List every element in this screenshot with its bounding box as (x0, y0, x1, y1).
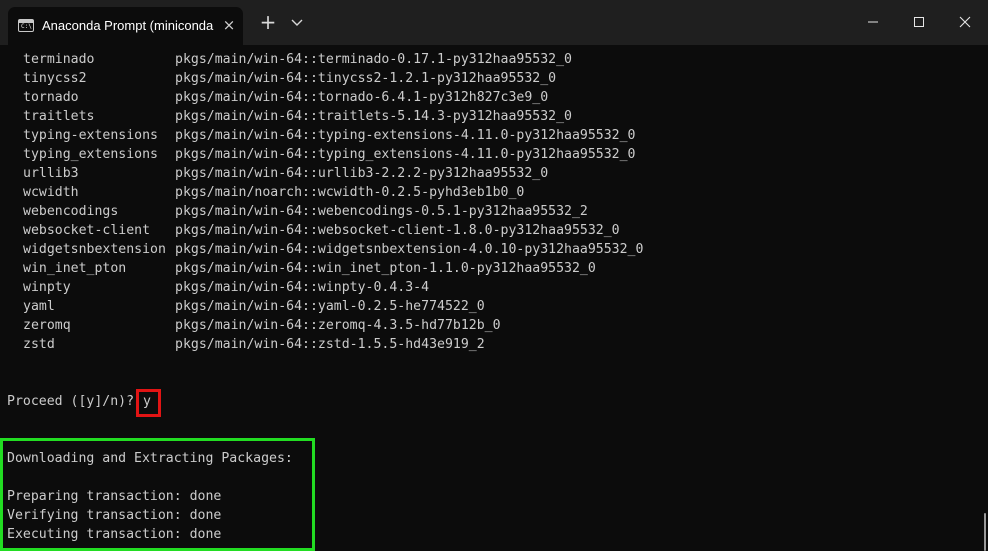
package-source: pkgs/main/win-64::terminado-0.17.1-py312… (175, 52, 572, 67)
package-name: wcwidth (23, 185, 79, 200)
package-name: winpty (23, 280, 71, 295)
package-source: pkgs/main/win-64::tornado-6.4.1-py312h82… (175, 90, 549, 105)
package-source: pkgs/main/win-64::widgetsnbextension-4.0… (175, 242, 644, 257)
package-source: pkgs/main/win-64::zstd-1.5.5-hd43e919_2 (175, 337, 485, 352)
package-name: urllib3 (23, 166, 79, 181)
package-name: widgetsnbextension (23, 242, 166, 257)
package-name: traitlets (23, 109, 95, 124)
title-bar: C:\ Anaconda Prompt (miniconda × + (0, 0, 988, 45)
scrollbar-thumb[interactable] (984, 513, 986, 551)
package-source: pkgs/main/win-64::webencodings-0.5.1-py3… (175, 204, 588, 219)
package-name: terminado (23, 52, 95, 67)
chevron-down-icon[interactable] (287, 11, 307, 33)
package-name: zeromq (23, 318, 71, 333)
maximize-button[interactable] (896, 0, 942, 45)
package-name: tornado (23, 90, 79, 105)
close-window-button[interactable] (942, 0, 988, 45)
package-source: pkgs/main/win-64::traitlets-5.14.3-py312… (175, 109, 572, 124)
package-source: pkgs/main/win-64::winpty-0.4.3-4 (175, 280, 430, 295)
maximize-icon (914, 17, 924, 27)
minimize-button[interactable] (850, 0, 896, 45)
package-name: zstd (23, 337, 55, 352)
minimize-icon (868, 21, 878, 23)
package-source: pkgs/main/win-64::websocket-client-1.8.0… (175, 223, 620, 238)
package-source: pkgs/main/win-64::zeromq-4.3.5-hd77b12b_… (175, 318, 501, 333)
package-source: pkgs/main/win-64::yaml-0.2.5-he774522_0 (175, 299, 485, 314)
package-name: yaml (23, 299, 55, 314)
terminal-output[interactable]: terminado pkgs/main/win-64::terminado-0.… (0, 45, 988, 551)
close-icon (959, 16, 971, 28)
tab-title: Anaconda Prompt (miniconda (42, 18, 214, 33)
package-source: pkgs/main/win-64::typing-extensions-4.11… (175, 128, 636, 143)
package-source: pkgs/main/win-64::win_inet_pton-1.1.0-py… (175, 261, 596, 276)
package-name: webencodings (23, 204, 119, 219)
package-name: typing_extensions (23, 147, 158, 162)
package-source: pkgs/main/win-64::typing_extensions-4.11… (175, 147, 636, 162)
answer-highlight-box (136, 389, 161, 417)
proceed-prompt: Proceed ([y]/n)? (7, 394, 142, 409)
new-tab-button[interactable]: + (256, 10, 280, 34)
package-source: pkgs/main/win-64::urllib3-2.2.2-py312haa… (175, 166, 549, 181)
output-highlight-box (0, 438, 315, 551)
package-source: pkgs/main/win-64::tinycss2-1.2.1-py312ha… (175, 71, 557, 86)
tab-anaconda-prompt[interactable]: C:\ Anaconda Prompt (miniconda × (8, 7, 243, 45)
package-name: tinycss2 (23, 71, 87, 86)
package-source: pkgs/main/noarch::wcwidth-0.2.5-pyhd3eb1… (175, 185, 525, 200)
terminal-icon: C:\ (18, 19, 34, 32)
package-name: typing-extensions (23, 128, 158, 143)
package-name: win_inet_pton (23, 261, 127, 276)
close-tab-button[interactable]: × (220, 16, 238, 34)
package-name: websocket-client (23, 223, 151, 238)
